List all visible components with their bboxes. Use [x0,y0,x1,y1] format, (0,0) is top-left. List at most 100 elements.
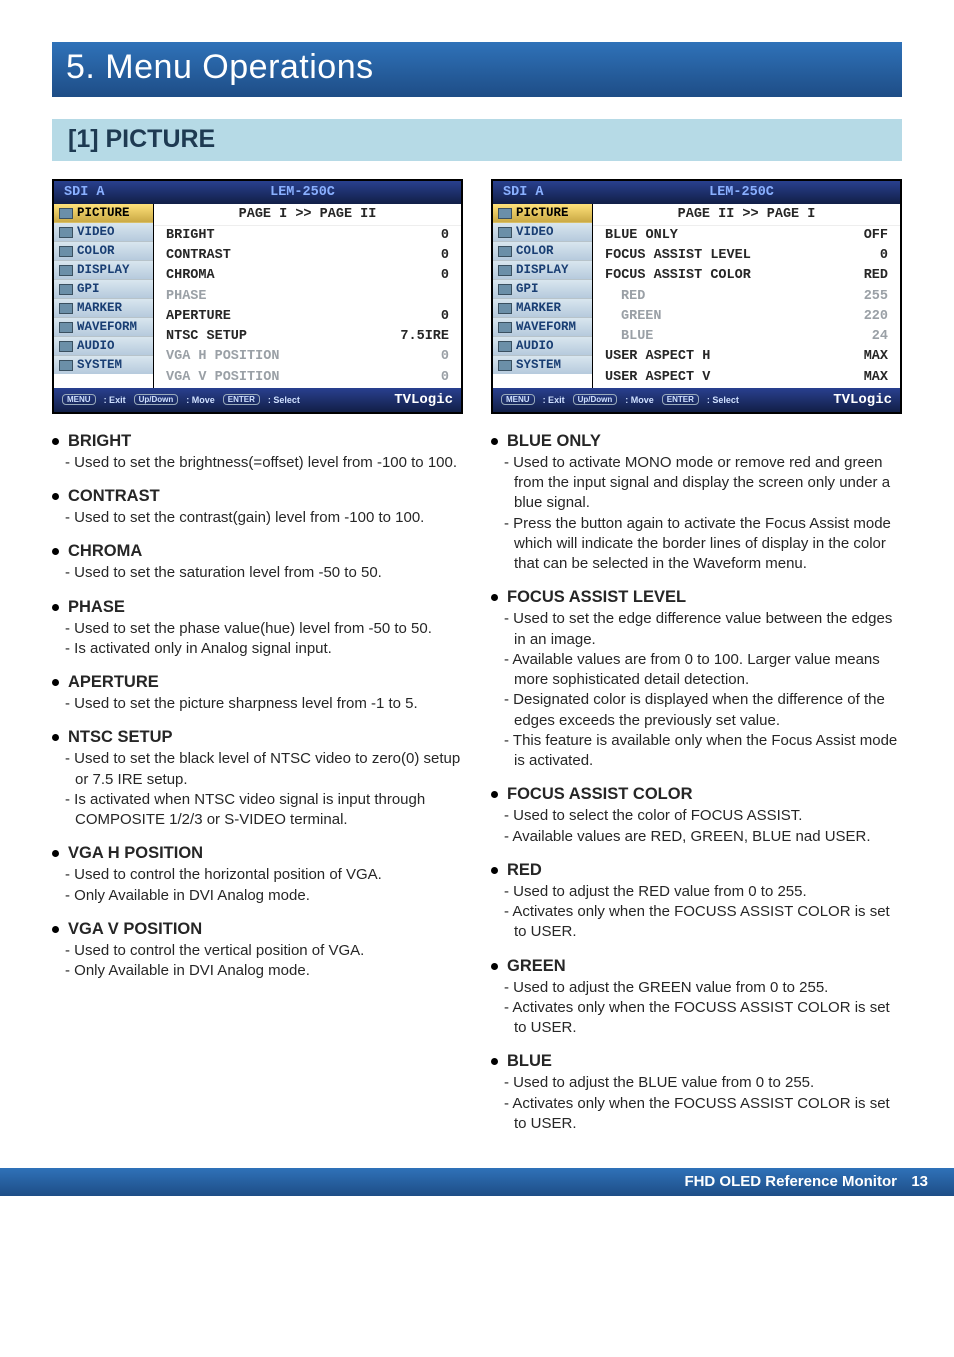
osd-side-gpi[interactable]: GPI [54,280,153,299]
osd-side-picture[interactable]: PICTURE [493,204,592,223]
spec-line: Used to control the vertical position of… [52,941,463,961]
osd-row[interactable]: FOCUS ASSIST LEVEL0 [593,246,900,266]
menu-icon [59,265,73,276]
osd-side-audio[interactable]: AUDIO [493,337,592,356]
menu-icon [59,322,73,333]
osd-row[interactable]: USER ASPECT HMAX [593,347,900,367]
osd-row[interactable]: FOCUS ASSIST COLORRED [593,266,900,286]
osd-side-color[interactable]: COLOR [54,242,153,261]
menu-icon [59,303,73,314]
right-column: SDI ALEM-250C PICTUREVIDEOCOLORDISPLAYGP… [491,179,902,1148]
spec-line: Is activated only in Analog signal input… [52,639,463,659]
key-enter: ENTER [223,394,260,405]
osd-side-waveform[interactable]: WAVEFORM [493,318,592,337]
chapter-title: 5. Menu Operations [52,42,902,97]
osd-side-video[interactable]: VIDEO [54,223,153,242]
brand-logo: TVLogic [833,392,892,408]
brand-logo: TVLogic [394,392,453,408]
spec-heading: RED [491,861,902,880]
osd-page1: SDI ALEM-250C PICTUREVIDEOCOLORDISPLAYGP… [52,179,463,414]
osd-side-color[interactable]: COLOR [493,242,592,261]
osd-sidebar: PICTUREVIDEOCOLORDISPLAYGPIMARKERWAVEFOR… [54,204,154,388]
spec-line: Press the button again to activate the F… [491,514,902,575]
osd-side-display[interactable]: DISPLAY [493,261,592,280]
osd-side-audio[interactable]: AUDIO [54,337,153,356]
osd-row[interactable]: APERTURE0 [154,307,461,327]
key-updown: Up/Down [573,394,618,405]
spec-item: CONTRAST Used to set the contrast(gain) l… [52,487,463,528]
spec-line: Used to adjust the RED value from 0 to 2… [491,882,902,902]
osd-page-indicator[interactable]: PAGE II >> PAGE I [593,204,900,226]
osd-side-picture[interactable]: PICTURE [54,204,153,223]
spec-line: Only Available in DVI Analog mode. [52,961,463,981]
osd-footer: MENU: ExitUp/Down: MoveENTER: SelectTVLo… [54,388,461,412]
osd-row[interactable]: BRIGHT0 [154,226,461,246]
osd-titlebar: SDI ALEM-250C [54,181,461,204]
osd-row[interactable]: PHASE [154,287,461,307]
menu-icon [498,246,512,257]
spec-heading: VGA V POSITION [52,920,463,939]
spec-item: FOCUS ASSIST LEVEL Used to set the edge d… [491,588,902,771]
key-enter: ENTER [662,394,699,405]
osd-row[interactable]: BLUE ONLYOFF [593,226,900,246]
osd-row[interactable]: GREEN220 [593,307,900,327]
osd-side-video[interactable]: VIDEO [493,223,592,242]
osd-sidebar: PICTUREVIDEOCOLORDISPLAYGPIMARKERWAVEFOR… [493,204,593,388]
key-menu: MENU [501,394,535,405]
osd-side-marker[interactable]: MARKER [493,299,592,318]
osd-side-marker[interactable]: MARKER [54,299,153,318]
spec-line: Used to adjust the GREEN value from 0 to… [491,978,902,998]
osd-side-system[interactable]: SYSTEM [54,356,153,374]
spec-item: FOCUS ASSIST COLOR Used to select the col… [491,785,902,847]
spec-heading: BLUE ONLY [491,432,902,451]
menu-icon [498,303,512,314]
osd-row[interactable]: USER ASPECT VMAX [593,368,900,388]
spec-heading: PHASE [52,598,463,617]
spec-line: Used to set the edge difference value be… [491,609,902,650]
spec-line: Used to activate MONO mode or remove red… [491,453,902,514]
spec-heading: BLUE [491,1052,902,1071]
spec-heading: BRIGHT [52,432,463,451]
spec-heading: CHROMA [52,542,463,561]
spec-item: PHASE Used to set the phase value(hue) le… [52,598,463,660]
menu-icon [498,227,512,238]
osd-row[interactable]: NTSC SETUP7.5IRE [154,327,461,347]
osd-titlebar: SDI ALEM-250C [493,181,900,204]
spec-item: APERTUREUsed to set the picture sharpnes… [52,673,463,714]
spec-line: Activates only when the FOCUSS ASSIST CO… [491,998,902,1039]
spec-line: Is activated when NTSC video signal is i… [52,790,463,831]
spec-line: Activates only when the FOCUSS ASSIST CO… [491,902,902,943]
menu-icon [59,208,73,219]
spec-line: Used to select the color of FOCUS ASSIST… [491,806,902,826]
menu-icon [498,265,512,276]
osd-side-gpi[interactable]: GPI [493,280,592,299]
osd-side-system[interactable]: SYSTEM [493,356,592,374]
spec-heading: FOCUS ASSIST LEVEL [491,588,902,607]
spec-line: This feature is available only when the … [491,731,902,772]
spec-line: Used to adjust the BLUE value from 0 to … [491,1073,902,1093]
spec-line: Used to set the phase value(hue) level f… [52,619,463,639]
osd-row[interactable]: VGA V POSITION0 [154,368,461,388]
osd-row[interactable]: BLUE24 [593,327,900,347]
spec-heading: FOCUS ASSIST COLOR [491,785,902,804]
spec-line: Used to control the horizontal position … [52,865,463,885]
spec-item: BLUE ONLY Used to activate MONO mode or r… [491,432,902,575]
spec-line: Activates only when the FOCUSS ASSIST CO… [491,1094,902,1135]
menu-icon [498,360,512,371]
osd-page-indicator[interactable]: PAGE I >> PAGE II [154,204,461,226]
spec-line: Designated color is displayed when the d… [491,690,902,731]
osd-row[interactable]: CHROMA0 [154,266,461,286]
osd-row[interactable]: VGA H POSITION0 [154,347,461,367]
spec-line: Used to set the contrast(gain) level fro… [52,508,463,528]
spec-line: Used to set the brightness(=offset) leve… [52,453,463,473]
spec-line: Available values are RED, GREEN, BLUE na… [491,827,902,847]
osd-side-waveform[interactable]: WAVEFORM [54,318,153,337]
spec-line: Available values are from 0 to 100. Larg… [491,650,902,691]
osd-row[interactable]: CONTRAST0 [154,246,461,266]
osd-side-display[interactable]: DISPLAY [54,261,153,280]
spec-heading: VGA H POSITION [52,844,463,863]
menu-icon [59,227,73,238]
spec-item: VGA V POSITION Used to control the vertic… [52,920,463,982]
osd-row[interactable]: RED255 [593,287,900,307]
spec-heading: CONTRAST [52,487,463,506]
